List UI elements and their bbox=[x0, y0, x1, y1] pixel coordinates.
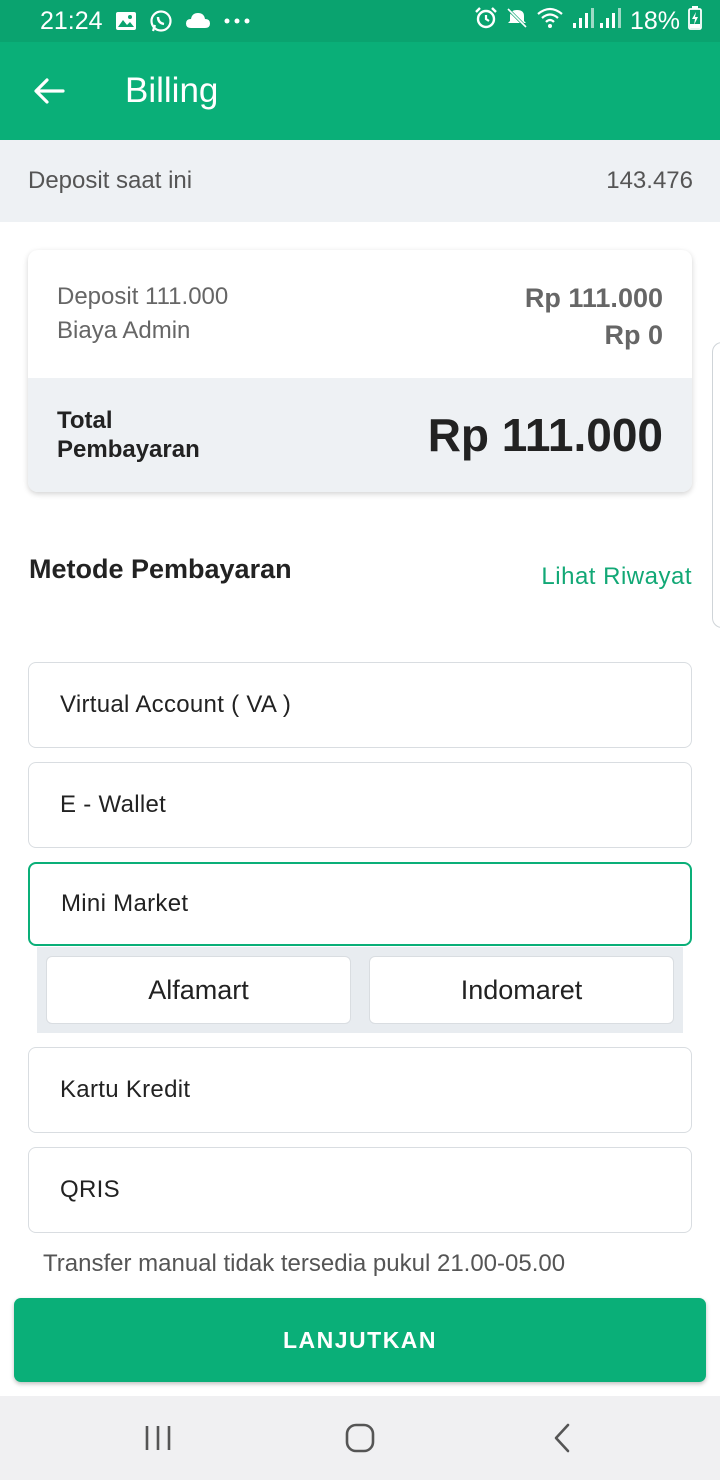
home-button[interactable] bbox=[338, 1416, 382, 1460]
image-icon bbox=[115, 11, 137, 31]
app-bar: Billing bbox=[0, 42, 720, 140]
status-time: 21:24 bbox=[40, 6, 103, 35]
mute-icon bbox=[506, 7, 528, 36]
payment-option-qris[interactable]: QRIS bbox=[28, 1147, 692, 1233]
wifi-icon bbox=[536, 7, 564, 36]
side-edge-handle bbox=[712, 342, 720, 628]
total-payment-row: Total Pembayaran Rp 111.000 bbox=[28, 378, 692, 492]
chevron-left-icon bbox=[554, 1423, 570, 1453]
view-history-link[interactable]: Lihat Riwayat bbox=[541, 563, 692, 591]
payment-option-label: Virtual Account ( VA ) bbox=[60, 691, 292, 718]
whatsapp-icon bbox=[149, 9, 173, 33]
manual-transfer-notice: Transfer manual tidak tersedia pukul 21.… bbox=[43, 1250, 566, 1277]
signal-icon bbox=[572, 7, 622, 36]
arrow-left-icon bbox=[34, 78, 65, 104]
mini-market-choices: Alfamart Indomaret bbox=[37, 947, 683, 1033]
back-button[interactable] bbox=[0, 42, 98, 140]
payment-option-label: E - Wallet bbox=[60, 791, 167, 818]
battery-percent: 18% bbox=[629, 6, 680, 35]
status-bar: 21:24 18% bbox=[0, 0, 720, 42]
deposit-amount-value: Rp 111.000 bbox=[524, 283, 663, 313]
payment-method-title: Metode Pembayaran bbox=[29, 554, 292, 584]
recent-apps-icon bbox=[145, 1426, 171, 1450]
current-deposit-label: Deposit saat ini bbox=[28, 167, 193, 194]
payment-summary-card: Deposit 111.000 Biaya Admin Rp 111.000 R… bbox=[28, 250, 692, 492]
payment-option-label: Kartu Kredit bbox=[60, 1076, 191, 1103]
payment-option-virtual-account[interactable]: Virtual Account ( VA ) bbox=[28, 662, 692, 748]
cloud-icon bbox=[185, 12, 211, 30]
system-back-button[interactable] bbox=[540, 1416, 584, 1460]
alfamart-button[interactable]: Alfamart bbox=[46, 956, 351, 1024]
total-payment-label: Total Pembayaran bbox=[57, 407, 200, 463]
recent-apps-button[interactable] bbox=[136, 1416, 180, 1460]
total-payment-value: Rp 111.000 bbox=[427, 409, 663, 461]
payment-option-label: Mini Market bbox=[61, 890, 189, 917]
deposit-amount-label: Deposit 111.000 bbox=[57, 283, 229, 310]
payment-option-credit-card[interactable]: Kartu Kredit bbox=[28, 1047, 692, 1133]
continue-button[interactable]: LANJUTKAN bbox=[14, 1298, 706, 1382]
current-deposit-row: Deposit saat ini 143.476 bbox=[0, 140, 720, 222]
admin-fee-label: Biaya Admin bbox=[57, 317, 191, 344]
indomaret-button[interactable]: Indomaret bbox=[369, 956, 674, 1024]
more-icon bbox=[223, 17, 251, 25]
home-icon bbox=[345, 1423, 375, 1453]
battery-charging-icon bbox=[688, 5, 702, 37]
current-deposit-value: 143.476 bbox=[606, 167, 693, 194]
payment-option-e-wallet[interactable]: E - Wallet bbox=[28, 762, 692, 848]
payment-option-label: QRIS bbox=[60, 1176, 120, 1203]
alarm-icon bbox=[474, 6, 498, 37]
system-navigation-bar bbox=[0, 1396, 720, 1480]
page-title: Billing bbox=[125, 71, 219, 110]
payment-option-mini-market[interactable]: Mini Market bbox=[28, 862, 692, 946]
admin-fee-value: Rp 0 bbox=[604, 320, 663, 350]
